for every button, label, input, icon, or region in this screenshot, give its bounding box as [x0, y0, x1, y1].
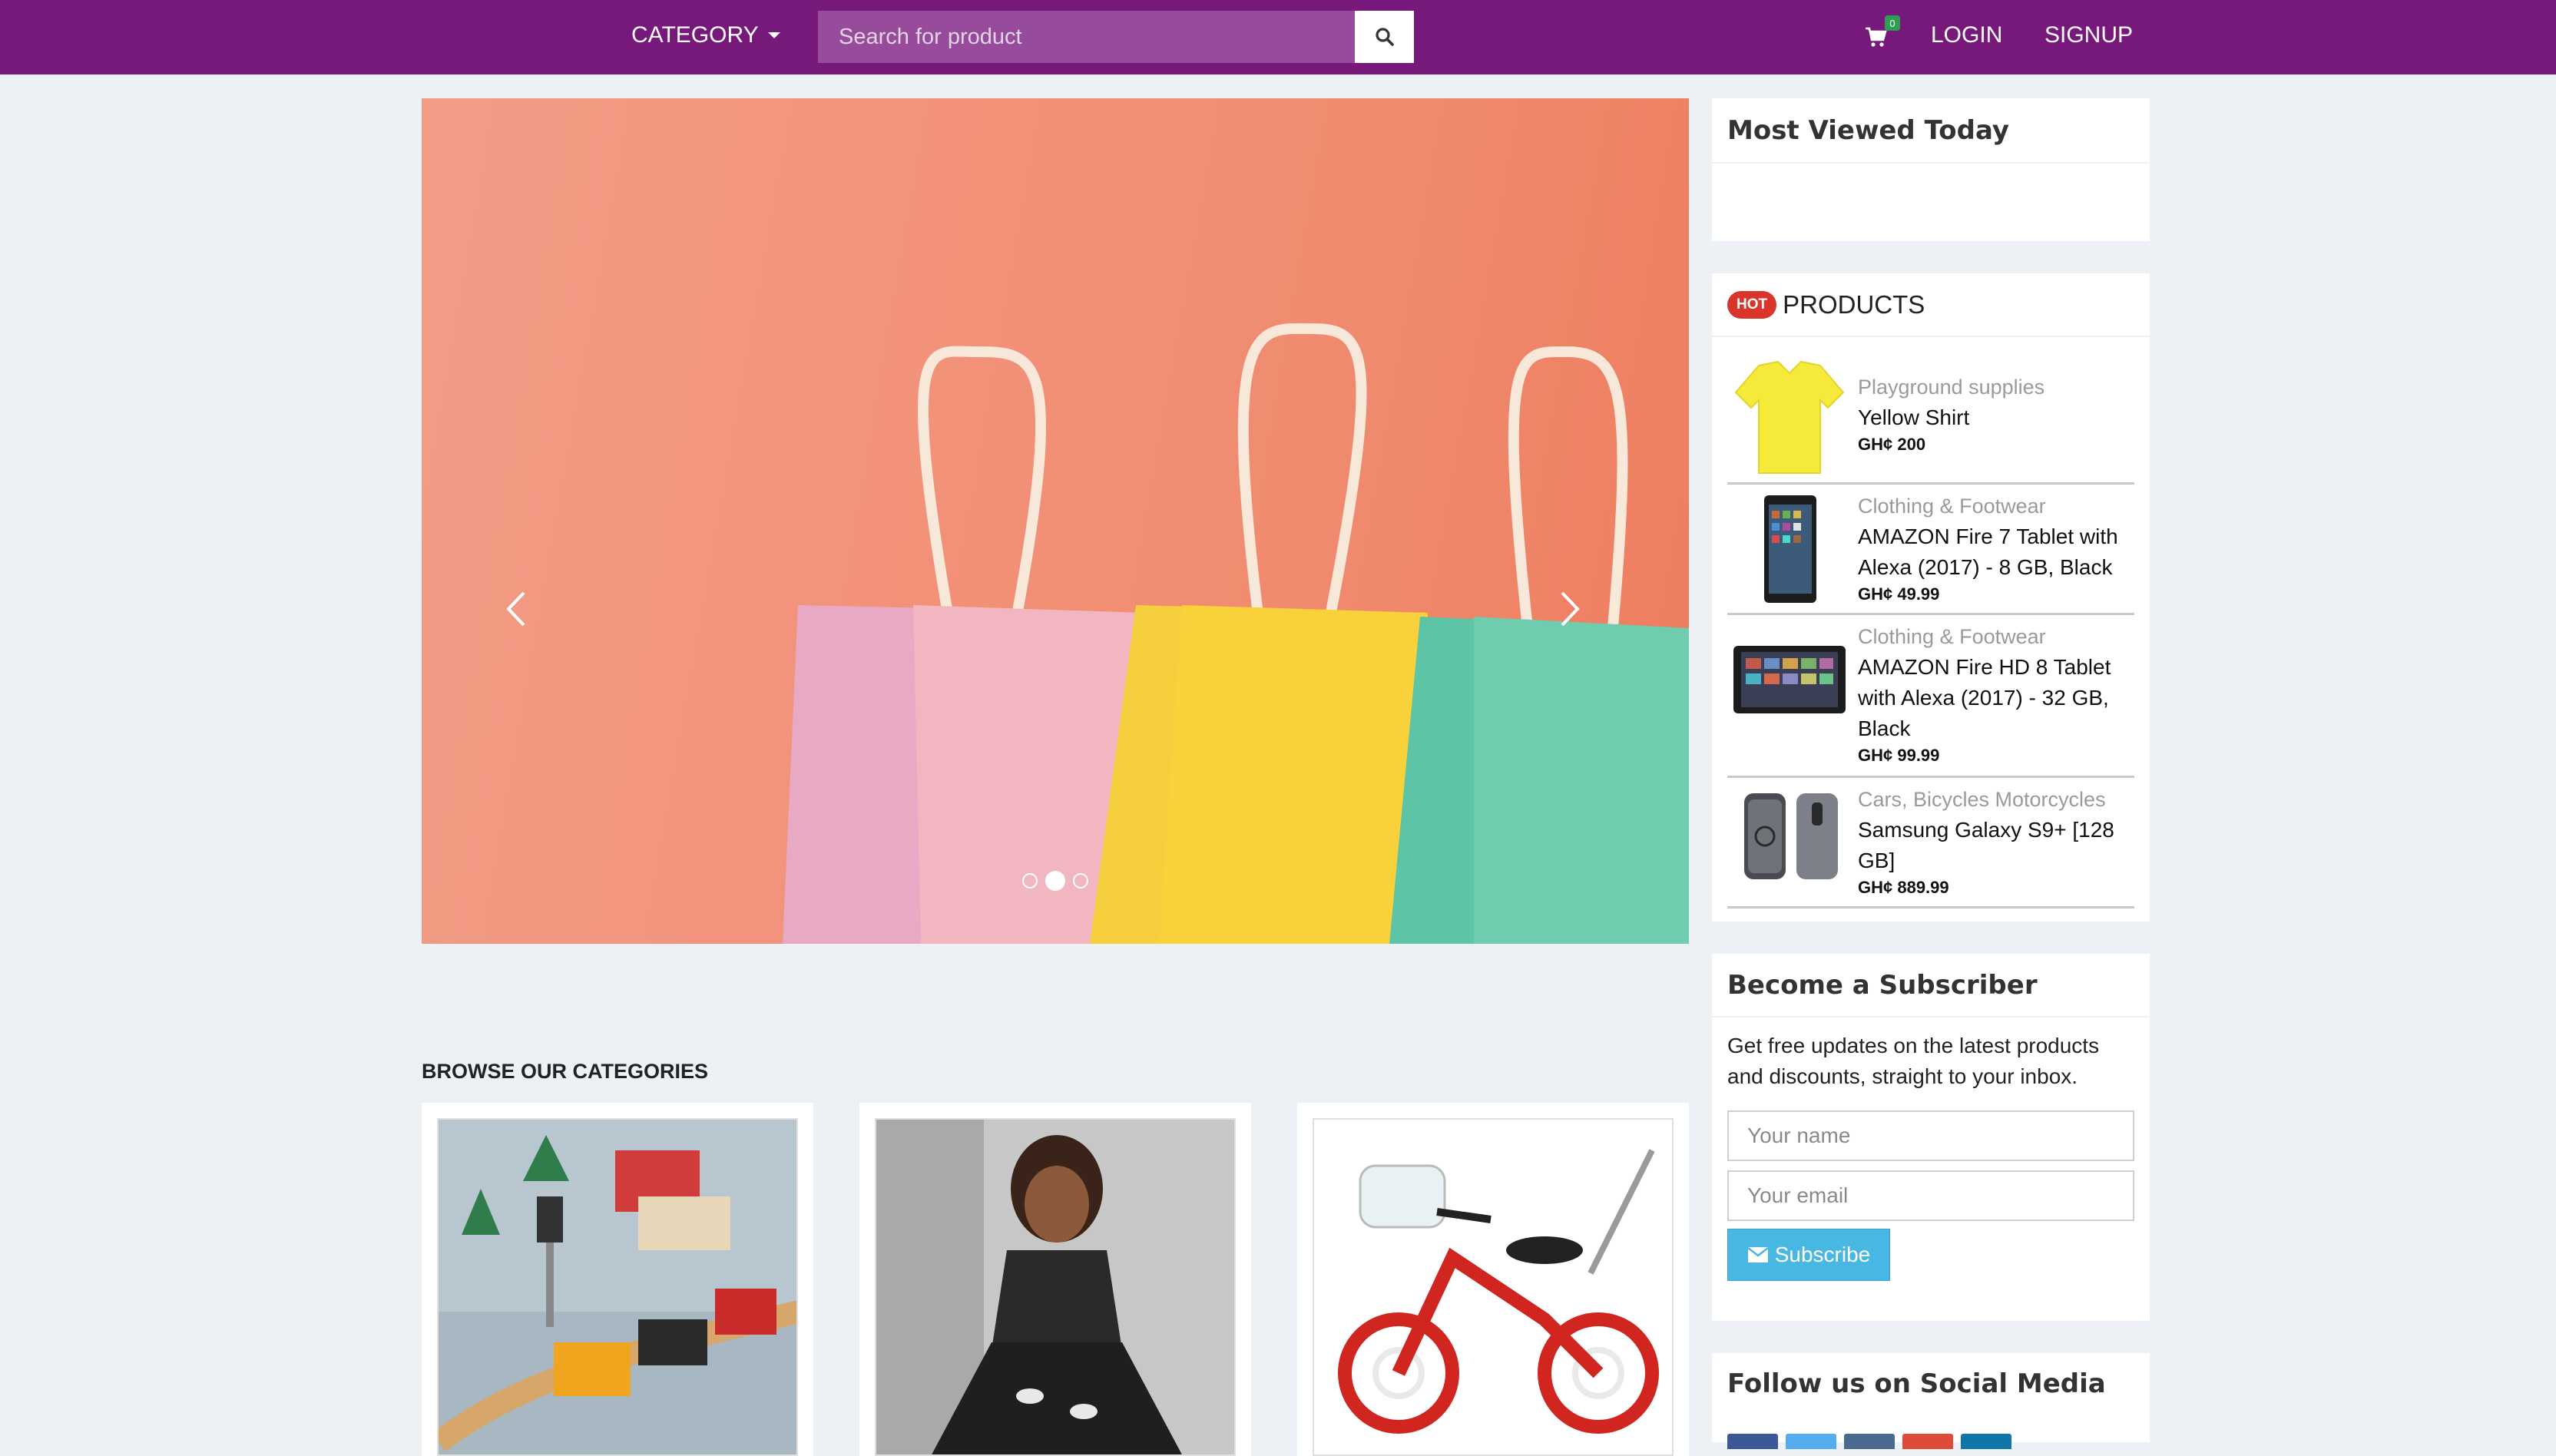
product-name[interactable]: Samsung Galaxy S9+ [128 GB]: [1858, 815, 2134, 876]
subscribe-button-label: Subscribe: [1774, 1243, 1871, 1266]
category-card[interactable]: [1297, 1103, 1689, 1456]
category-label: CATEGORY: [631, 22, 759, 48]
products-title: PRODUCTS: [1783, 290, 1925, 319]
product-item[interactable]: Clothing & Footwear AMAZON Fire 7 Tablet…: [1727, 485, 2134, 615]
subscribe-panel: Become a Subscriber Get free updates on …: [1712, 954, 2150, 1321]
social-title: Follow us on Social Media: [1727, 1368, 2106, 1399]
cart-button[interactable]: 0: [1865, 15, 1903, 58]
tumblr-icon[interactable]: [1844, 1434, 1895, 1449]
subscriber-email-input[interactable]: [1727, 1170, 2134, 1221]
hot-products-panel: HOT PRODUCTS Playground supplies Yellow …: [1712, 273, 2150, 922]
social-panel: Follow us on Social Media: [1712, 1353, 2150, 1442]
product-category: Playground supplies: [1858, 376, 2045, 399]
subscribe-description: Get free updates on the latest products …: [1727, 1034, 2100, 1088]
girl-dress-image: [875, 1118, 1236, 1456]
hot-products-header: HOT PRODUCTS: [1712, 273, 2150, 337]
shopping-bags-image: [783, 323, 1689, 944]
toy-train-image: [437, 1118, 798, 1456]
category-dropdown[interactable]: CATEGORY: [631, 0, 780, 71]
twitter-icon[interactable]: [1786, 1434, 1836, 1449]
search-button[interactable]: [1355, 11, 1414, 63]
phone-image: [1744, 793, 1838, 879]
carousel-dot-3[interactable]: [1073, 873, 1088, 888]
carousel-indicators: [1022, 871, 1088, 891]
carousel-prev-button[interactable]: [505, 590, 551, 651]
kids-bicycle-image: [1313, 1118, 1674, 1456]
chevron-left-icon: [506, 591, 525, 627]
envelope-icon: [1746, 1247, 1769, 1262]
product-item[interactable]: Clothing & Footwear AMAZON Fire HD 8 Tab…: [1727, 615, 2134, 778]
login-link[interactable]: LOGIN: [1931, 0, 2002, 71]
product-price: GH¢ 99.99: [1858, 746, 1940, 765]
signup-link[interactable]: SIGNUP: [2044, 0, 2133, 71]
search-icon: [1375, 28, 1394, 46]
product-price: GH¢ 889.99: [1858, 878, 1949, 897]
girl-dress-image-art: [876, 1120, 1234, 1454]
carousel-dot-2[interactable]: [1045, 871, 1065, 891]
product-category: Cars, Bicycles Motorcycles: [1858, 788, 2106, 811]
social-header: Follow us on Social Media: [1712, 1353, 2150, 1415]
most-viewed-title: Most Viewed Today: [1727, 114, 2010, 146]
subscriber-name-input[interactable]: [1727, 1110, 2134, 1161]
category-card[interactable]: [859, 1103, 1251, 1456]
yellow-shirt-image: [1734, 360, 1845, 474]
product-name[interactable]: Yellow Shirt: [1858, 402, 2134, 433]
product-price: GH¢ 49.99: [1858, 584, 1940, 604]
linkedin-icon[interactable]: [1961, 1434, 2011, 1449]
cart-icon: [1866, 27, 1887, 47]
google-plus-icon[interactable]: [1902, 1434, 1953, 1449]
product-category: Clothing & Footwear: [1858, 495, 2046, 518]
chevron-right-icon: [1561, 591, 1580, 627]
product-item[interactable]: Cars, Bicycles Motorcycles Samsung Galax…: [1727, 778, 2134, 908]
top-navbar: CATEGORY 0 LOGIN SIGNUP: [0, 0, 2556, 74]
hot-badge: HOT: [1727, 290, 1777, 319]
cart-count-badge: 0: [1885, 15, 1900, 31]
caret-down-icon: [767, 32, 780, 38]
subscribe-title: Become a Subscriber: [1727, 969, 2038, 1001]
search-input[interactable]: [818, 11, 1355, 63]
carousel-dot-1[interactable]: [1022, 873, 1038, 888]
category-card[interactable]: [422, 1103, 813, 1456]
product-category: Clothing & Footwear: [1858, 625, 2046, 648]
kids-bicycle-image-art: [1314, 1120, 1672, 1454]
browse-categories-title: BROWSE OUR CATEGORIES: [422, 1060, 709, 1083]
hero-carousel: [422, 98, 1689, 944]
subscribe-header: Become a Subscriber: [1712, 954, 2150, 1018]
facebook-icon[interactable]: [1727, 1434, 1778, 1449]
tablet-landscape-image: [1733, 646, 1846, 713]
tablet-image: [1764, 495, 1816, 603]
product-item[interactable]: Playground supplies Yellow Shirt GH¢ 200: [1727, 350, 2134, 485]
toy-train-image-art: [439, 1120, 796, 1454]
subscribe-button[interactable]: Subscribe: [1727, 1229, 1890, 1281]
product-name[interactable]: AMAZON Fire HD 8 Tablet with Alexa (2017…: [1858, 652, 2134, 744]
most-viewed-header: Most Viewed Today: [1712, 98, 2150, 164]
carousel-next-button[interactable]: [1558, 590, 1604, 651]
product-price: GH¢ 200: [1858, 435, 1926, 454]
product-name[interactable]: AMAZON Fire 7 Tablet with Alexa (2017) -…: [1858, 521, 2134, 583]
most-viewed-panel: Most Viewed Today: [1712, 98, 2150, 241]
